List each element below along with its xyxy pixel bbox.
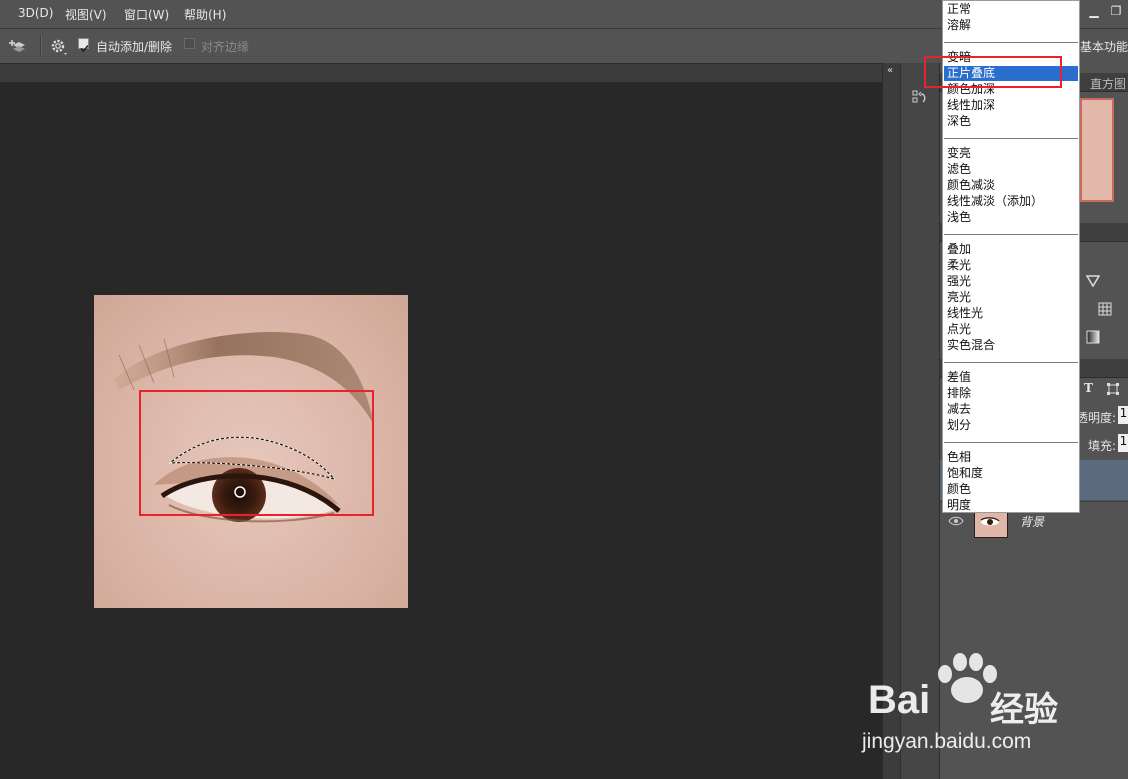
blend-option[interactable]: 差值 bbox=[947, 370, 971, 385]
blend-option[interactable]: 变亮 bbox=[947, 146, 971, 161]
blend-option[interactable]: 柔光 bbox=[947, 258, 971, 273]
blend-option[interactable]: 饱和度 bbox=[947, 466, 983, 481]
gradient-icon[interactable] bbox=[1086, 329, 1100, 344]
panel-collapse-icon[interactable]: « bbox=[887, 65, 893, 76]
layer-name: 背景 bbox=[1020, 515, 1045, 529]
blend-option[interactable]: 滤色 bbox=[947, 162, 971, 177]
blend-option[interactable]: 颜色 bbox=[947, 482, 971, 497]
navigator-thumbnail bbox=[1080, 98, 1114, 202]
dropdown-divider bbox=[944, 362, 1078, 363]
blend-option[interactable]: 正常 bbox=[947, 2, 971, 17]
fill-label: 填充: bbox=[1088, 439, 1117, 453]
auto-add-delete-checkbox[interactable] bbox=[78, 38, 89, 53]
blend-option[interactable]: 明度 bbox=[947, 498, 971, 513]
align-edges-label: 对齐边缘 bbox=[201, 40, 250, 54]
dropdown-divider bbox=[944, 42, 1078, 43]
blend-option[interactable]: 深色 bbox=[947, 114, 971, 129]
watermark-url: jingyan.baidu.com bbox=[862, 730, 1032, 753]
blend-option[interactable]: 叠加 bbox=[947, 242, 971, 257]
blend-option[interactable]: 线性加深 bbox=[947, 98, 995, 113]
baidu-watermark: Bai 经验 jingyan.baidu.com bbox=[862, 650, 1122, 770]
blend-option[interactable]: 减去 bbox=[947, 402, 971, 417]
menu-3d[interactable]: 3D(D) bbox=[18, 6, 53, 20]
opacity-label: 透明度: bbox=[1076, 411, 1117, 425]
transform-icon[interactable] bbox=[1106, 381, 1120, 395]
blend-option[interactable]: 亮光 bbox=[947, 290, 971, 305]
menu-window[interactable]: 窗口(W) bbox=[124, 6, 169, 23]
blend-option[interactable]: 线性减淡（添加） bbox=[947, 194, 1043, 209]
text-icon[interactable]: T bbox=[1084, 381, 1093, 395]
auto-add-delete-label: 自动添加/删除 bbox=[96, 40, 173, 54]
tab-histogram[interactable]: 直方图 bbox=[1090, 75, 1126, 92]
dropdown-divider bbox=[944, 138, 1078, 139]
grid-icon[interactable] bbox=[1098, 301, 1112, 316]
triangle-down-icon[interactable] bbox=[1085, 273, 1101, 288]
dropdown-divider bbox=[944, 442, 1078, 443]
align-edges-checkbox[interactable] bbox=[184, 38, 195, 49]
highlight-option-box bbox=[924, 56, 1062, 88]
fill-input[interactable]: 1 bbox=[1118, 434, 1128, 452]
document-tab-strip bbox=[0, 64, 882, 83]
menu-view[interactable]: 视图(V) bbox=[65, 6, 107, 23]
history-icon[interactable] bbox=[911, 89, 929, 107]
eye-icon[interactable] bbox=[948, 512, 964, 526]
opacity-input[interactable]: 1 bbox=[1118, 406, 1128, 424]
menu-help[interactable]: 帮助(H) bbox=[184, 6, 226, 23]
blend-option[interactable]: 浅色 bbox=[947, 210, 971, 225]
blend-option[interactable]: 线性光 bbox=[947, 306, 983, 321]
blend-option[interactable]: 颜色减淡 bbox=[947, 178, 995, 193]
separator bbox=[40, 35, 42, 57]
workspace-switcher[interactable]: 基本功能 bbox=[1080, 38, 1128, 55]
watermark-brand-left: Bai bbox=[868, 678, 931, 722]
blend-option[interactable]: 点光 bbox=[947, 322, 971, 337]
blend-option[interactable]: 实色混合 bbox=[947, 338, 995, 353]
layers-arrange-icon[interactable] bbox=[8, 36, 30, 56]
blend-option[interactable]: 排除 bbox=[947, 386, 971, 401]
blend-option[interactable]: 溶解 bbox=[947, 18, 971, 33]
blend-option[interactable]: 强光 bbox=[947, 274, 971, 289]
blend-option[interactable]: 划分 bbox=[947, 418, 971, 433]
highlight-selection-box bbox=[139, 390, 374, 516]
minimize-icon[interactable]: ▁ bbox=[1086, 4, 1102, 18]
dropdown-divider bbox=[944, 234, 1078, 235]
watermark-brand-right: 经验 bbox=[990, 691, 1058, 729]
gear-icon[interactable] bbox=[50, 38, 68, 56]
blend-option[interactable]: 色相 bbox=[947, 450, 971, 465]
restore-icon[interactable]: ❐ bbox=[1108, 4, 1124, 18]
